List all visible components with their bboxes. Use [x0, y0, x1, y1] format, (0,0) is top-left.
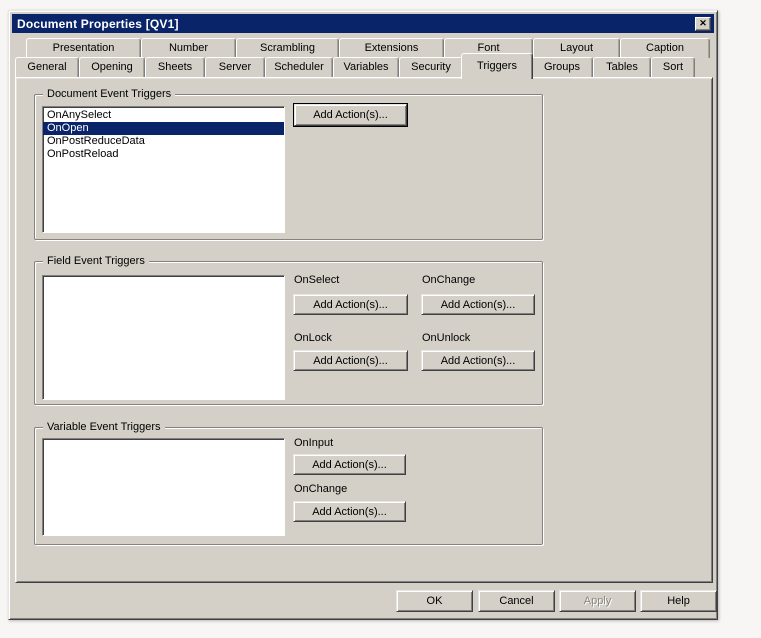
tab-variables[interactable]: Variables	[333, 57, 399, 77]
triggers-tab-panel: Document Event Triggers OnAnySelect OnOp…	[15, 77, 713, 583]
add-actions-button-document[interactable]: Add Action(s)...	[294, 104, 407, 126]
tab-number[interactable]: Number	[141, 38, 236, 58]
tab-extensions[interactable]: Extensions	[339, 38, 444, 58]
add-actions-button-onunlock[interactable]: Add Action(s)...	[421, 350, 535, 371]
close-icon: ✕	[699, 18, 707, 28]
close-button[interactable]: ✕	[695, 16, 711, 31]
tab-scrambling[interactable]: Scrambling	[236, 38, 339, 58]
tab-sort[interactable]: Sort	[651, 57, 695, 77]
tab-scheduler[interactable]: Scheduler	[265, 57, 333, 77]
document-event-triggers-label: Document Event Triggers	[43, 88, 176, 101]
tab-presentation[interactable]: Presentation	[26, 38, 141, 58]
tab-groups[interactable]: Groups	[531, 57, 593, 77]
tab-caption[interactable]: Caption	[620, 38, 710, 58]
add-actions-button-onselect[interactable]: Add Action(s)...	[293, 294, 408, 315]
tab-row-lower: General Opening Sheets Server Scheduler …	[15, 53, 695, 79]
list-item-onopen[interactable]: OnOpen	[43, 122, 284, 135]
document-properties-dialog: Document Properties [QV1] ✕ Presentation…	[8, 10, 718, 620]
onselect-label: OnSelect	[294, 274, 340, 286]
onlock-label: OnLock	[294, 332, 332, 344]
variable-event-triggers-label: Variable Event Triggers	[43, 421, 165, 434]
tab-security[interactable]: Security	[399, 57, 463, 77]
list-item-onanyselect[interactable]: OnAnySelect	[43, 109, 284, 122]
oninput-label: OnInput	[294, 437, 334, 449]
onchange-label: OnChange	[422, 274, 476, 286]
tab-row-upper: Presentation Number Scrambling Extension…	[26, 38, 710, 58]
cancel-button[interactable]: Cancel	[478, 590, 555, 612]
list-item-onpostreload[interactable]: OnPostReload	[43, 148, 284, 161]
tab-opening[interactable]: Opening	[79, 57, 145, 77]
field-triggers-listbox[interactable]	[42, 275, 285, 400]
document-triggers-listbox[interactable]: OnAnySelect OnOpen OnPostReduceData OnPo…	[42, 106, 285, 233]
title-bar[interactable]: Document Properties [QV1] ✕	[12, 14, 714, 33]
list-item-onpostreducedata[interactable]: OnPostReduceData	[43, 135, 284, 148]
tab-layout[interactable]: Layout	[533, 38, 620, 58]
ok-button[interactable]: OK	[396, 590, 473, 612]
add-actions-button-onchange-field[interactable]: Add Action(s)...	[421, 294, 535, 315]
add-actions-button-onchange-variable[interactable]: Add Action(s)...	[293, 501, 406, 522]
variable-triggers-listbox[interactable]	[42, 438, 285, 536]
apply-button[interactable]: Apply	[559, 590, 636, 612]
add-actions-button-oninput[interactable]: Add Action(s)...	[293, 454, 406, 475]
tab-triggers[interactable]: Triggers	[461, 53, 533, 79]
variable-event-triggers-group: Variable Event Triggers OnInput Add Acti…	[34, 421, 543, 545]
field-event-triggers-label: Field Event Triggers	[43, 255, 149, 268]
tab-server[interactable]: Server	[205, 57, 265, 77]
tab-sheets[interactable]: Sheets	[145, 57, 205, 77]
add-actions-button-onlock[interactable]: Add Action(s)...	[293, 350, 408, 371]
onunlock-label: OnUnlock	[422, 332, 471, 344]
tab-general[interactable]: General	[15, 57, 79, 77]
tab-tables[interactable]: Tables	[593, 57, 651, 77]
document-event-triggers-group: Document Event Triggers OnAnySelect OnOp…	[34, 88, 543, 240]
onchange-variable-label: OnChange	[294, 483, 348, 495]
field-event-triggers-group: Field Event Triggers OnSelect OnChange A…	[34, 255, 543, 405]
help-button[interactable]: Help	[640, 590, 717, 612]
window-title: Document Properties [QV1]	[17, 16, 179, 31]
